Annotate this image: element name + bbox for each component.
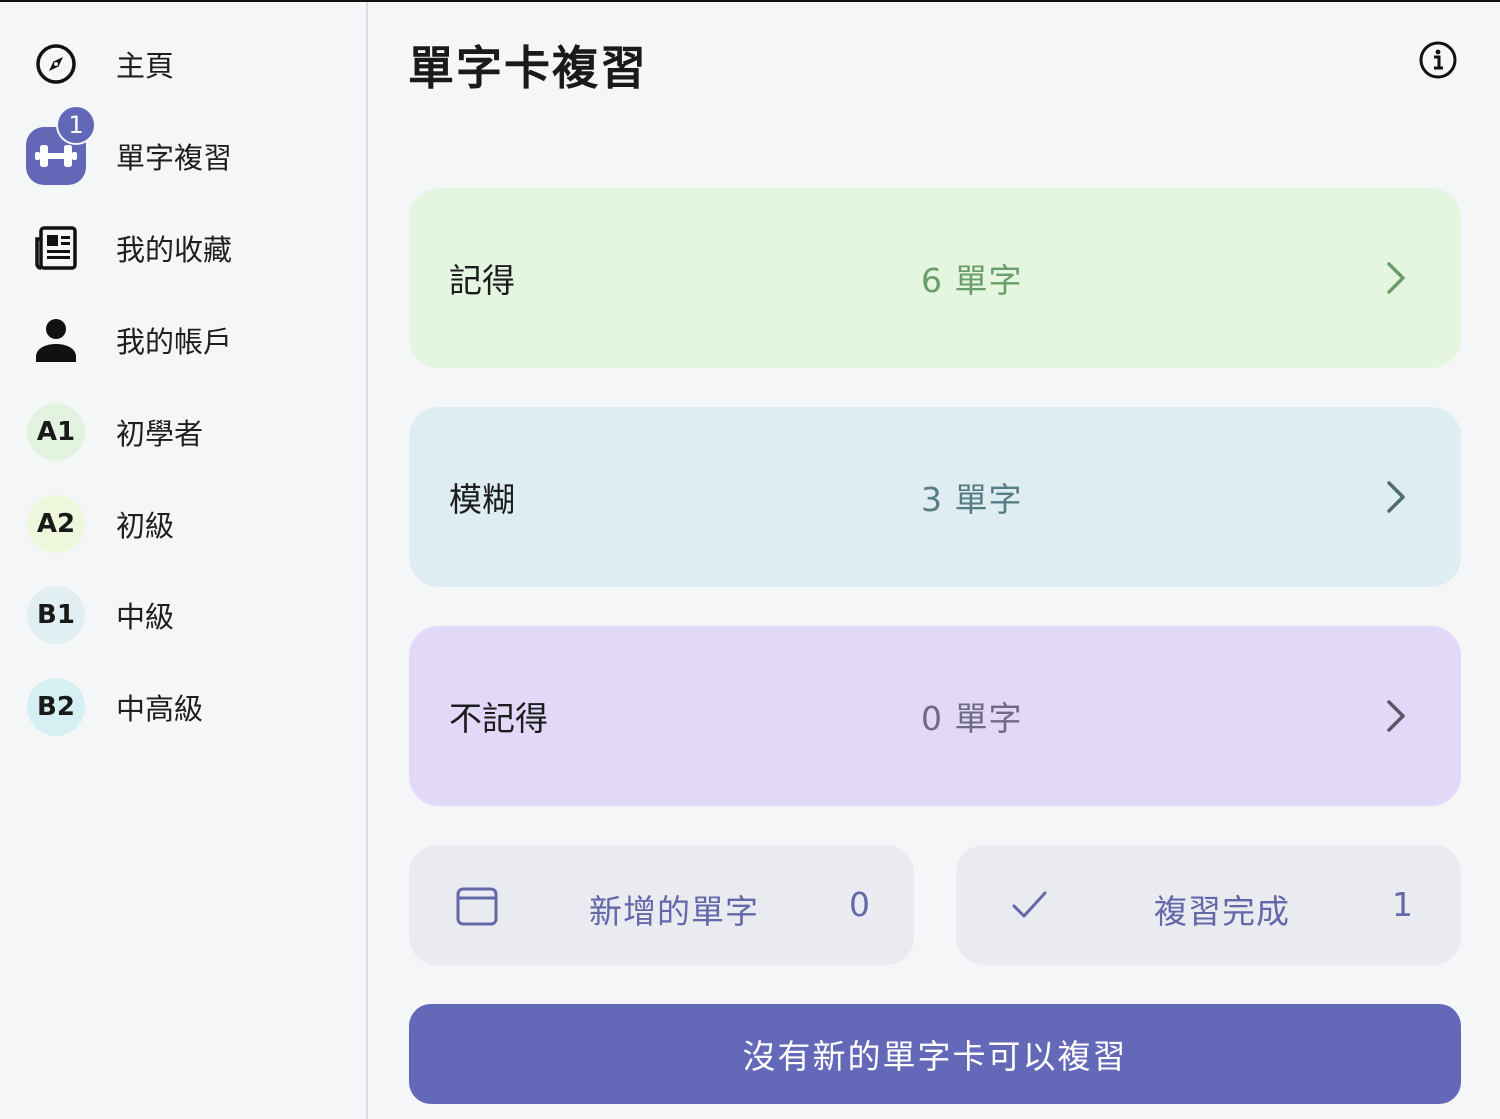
sidebar-item-label: 主頁 — [116, 49, 175, 83]
chevron-right-icon — [1387, 700, 1405, 732]
stat-value: 0 — [849, 885, 870, 924]
info-icon[interactable] — [1418, 40, 1458, 80]
card-count: 3 單字 — [921, 480, 1023, 519]
sidebar-item-label: 我的帳戶 — [116, 325, 233, 359]
level-badge-a2: A2 — [27, 495, 85, 553]
notification-badge: 1 — [56, 105, 96, 145]
card-label: 不記得 — [449, 699, 548, 738]
card-label: 模糊 — [449, 480, 515, 519]
card-count: 6 單字 — [921, 261, 1023, 300]
calendar-icon — [456, 887, 498, 926]
stat-label: 新增的單字 — [589, 892, 759, 931]
stat-value: 1 — [1392, 885, 1413, 924]
fuzzy-card[interactable]: 模糊 3 單字 — [409, 407, 1461, 587]
sidebar-item-a2[interactable]: A2 初級 — [26, 484, 356, 564]
level-a1-icon: A1 — [26, 402, 86, 462]
sidebar-item-label: 初學者 — [116, 417, 204, 451]
card-label: 記得 — [449, 261, 515, 300]
sidebar-item-label: 中級 — [116, 600, 175, 634]
sidebar-item-favorites[interactable]: 我的收藏 — [26, 208, 356, 288]
sidebar-item-account[interactable]: 我的帳戶 — [26, 300, 356, 380]
level-badge-b1: B1 — [27, 586, 85, 644]
compass-icon — [26, 34, 86, 94]
review-button[interactable]: 沒有新的單字卡可以複習 — [409, 1004, 1461, 1104]
sidebar-item-label: 中高級 — [116, 692, 204, 726]
newspaper-icon — [26, 218, 86, 278]
level-b2-icon: B2 — [26, 677, 86, 737]
main-content: 單字卡複習 記得 6 單字 模糊 3 單字 不記得 0 單字 新增的單字 0 複… — [370, 2, 1500, 1119]
sidebar-item-b1[interactable]: B1 中級 — [26, 575, 356, 655]
dumbbell-icon: 1 — [26, 105, 96, 185]
level-a2-icon: A2 — [26, 494, 86, 554]
level-b1-icon: B1 — [26, 585, 86, 645]
forgotten-card[interactable]: 不記得 0 單字 — [409, 626, 1461, 806]
sidebar: 主頁 1 單字複習 我的收藏 我的帳戶 A1 初學者 A2 初級 B1 中級 B… — [0, 2, 368, 1119]
sidebar-item-label: 我的收藏 — [116, 233, 233, 267]
person-icon — [26, 310, 86, 370]
sidebar-item-a1[interactable]: A1 初學者 — [26, 392, 356, 472]
chevron-right-icon — [1387, 481, 1405, 513]
sidebar-item-review[interactable]: 1 單字複習 — [26, 105, 356, 196]
new-words-stat[interactable]: 新增的單字 0 — [409, 845, 914, 965]
reviewed-stat[interactable]: 複習完成 1 — [956, 845, 1461, 965]
sidebar-item-label: 單字複習 — [116, 141, 233, 175]
sidebar-item-home[interactable]: 主頁 — [26, 24, 356, 104]
sidebar-item-label: 初級 — [116, 509, 175, 543]
stat-label: 複習完成 — [1154, 892, 1290, 931]
remembered-card[interactable]: 記得 6 單字 — [409, 188, 1461, 368]
level-badge-b2: B2 — [27, 678, 85, 736]
chevron-right-icon — [1387, 262, 1405, 294]
page-title: 單字卡複習 — [408, 41, 648, 95]
level-badge-a1: A1 — [27, 403, 85, 461]
sidebar-item-b2[interactable]: B2 中高級 — [26, 667, 356, 747]
card-count: 0 單字 — [921, 699, 1023, 738]
check-icon — [1012, 891, 1047, 918]
